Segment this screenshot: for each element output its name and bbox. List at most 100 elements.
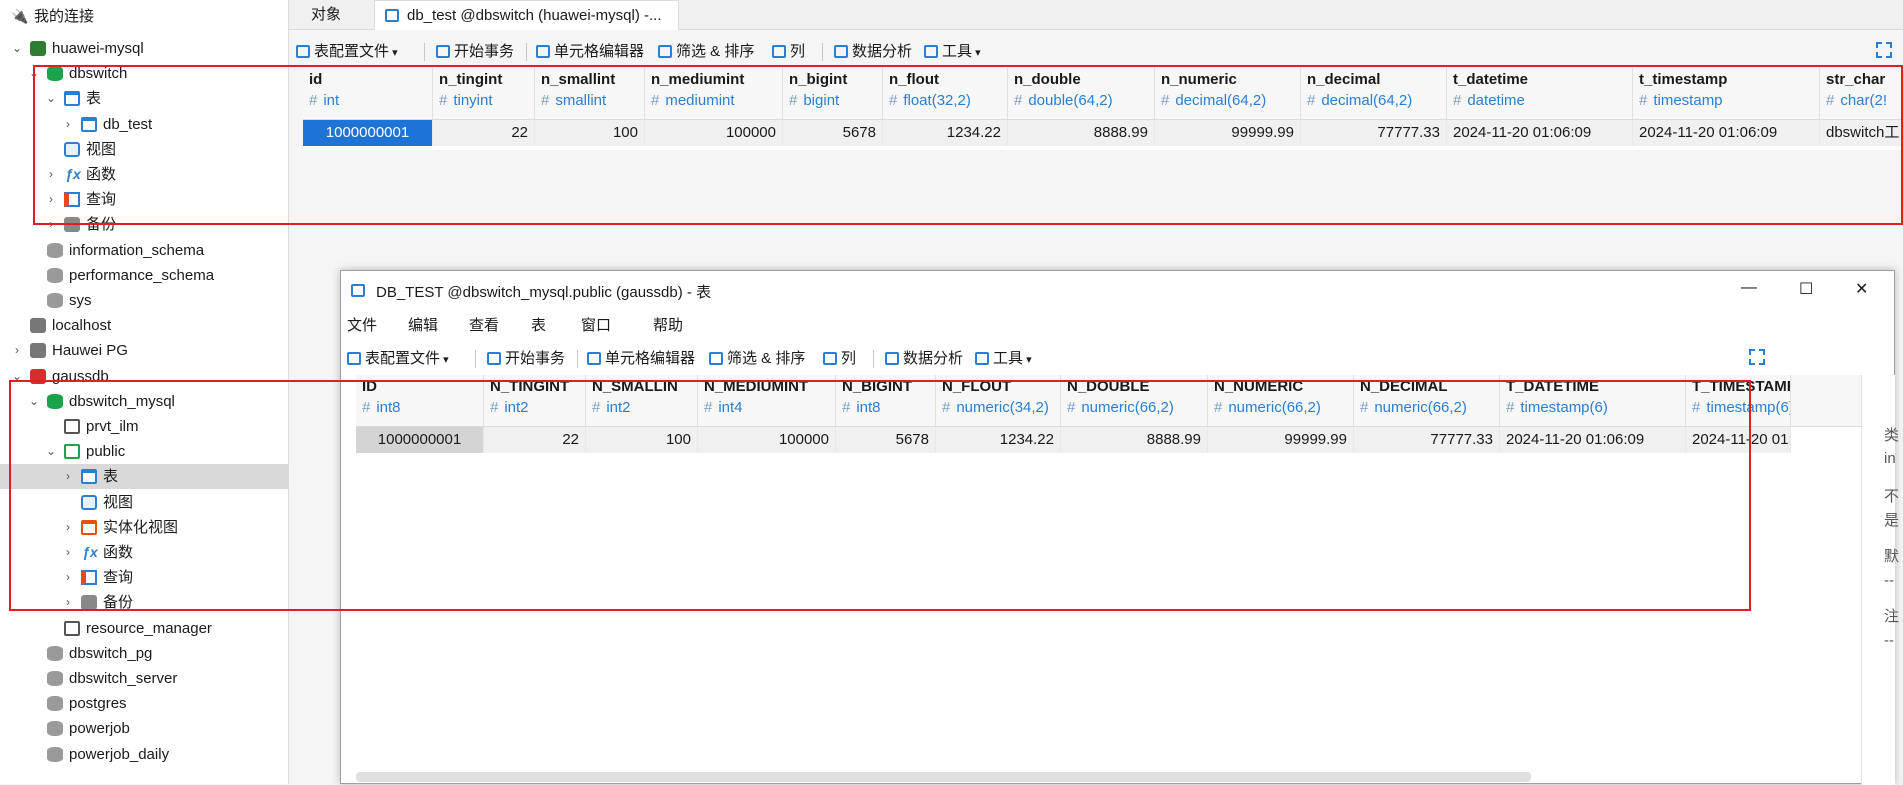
table-cell[interactable]: 1234.22 [936, 427, 1061, 453]
menu-item[interactable]: 编辑 [408, 311, 438, 341]
tree-item[interactable]: 视图 [0, 490, 289, 515]
table-cell[interactable]: 100000 [698, 427, 836, 453]
tree-item[interactable]: ⌄ dbswitch_mysql [0, 389, 289, 414]
table-row[interactable]: 1000000001 22 100 100000 5678 1234.22 8888.99 9… [356, 427, 1791, 453]
tree-item[interactable]: resource_manager [0, 616, 289, 641]
begin-transaction-button[interactable]: 开始事务 [436, 36, 514, 68]
column-header[interactable]: n_mediumint # mediumint [645, 68, 783, 119]
column-header[interactable]: N_DOUBLE # numeric(66,2) [1061, 375, 1208, 426]
column-header[interactable]: N_NUMERIC # numeric(66,2) [1208, 375, 1354, 426]
minimize-button[interactable]: — [1741, 279, 1757, 297]
table-cell[interactable]: 100000 [645, 120, 783, 146]
column-header[interactable]: T_DATETIME # timestamp(6) [1500, 375, 1686, 426]
menu-item[interactable]: 窗口 [581, 311, 611, 341]
table-cell[interactable]: 2024-11-20 01:06:0 [1686, 427, 1791, 453]
table-cell[interactable]: 1000000001 [303, 120, 433, 146]
data-analysis-button[interactable]: 数据分析 [834, 36, 912, 68]
tree-item[interactable]: › ƒx 函数 [0, 540, 289, 565]
tree-item[interactable]: ⌄ huawei-mysql [0, 36, 289, 61]
chevron-right-icon[interactable]: › [44, 212, 58, 237]
column-header[interactable]: N_BIGINT # int8 [836, 375, 936, 426]
column-header[interactable]: N_TINGINT # int2 [484, 375, 586, 426]
table-cell[interactable]: 8888.99 [1008, 120, 1155, 146]
table-cell[interactable]: dbswitch工 [1820, 120, 1903, 146]
table-cell[interactable]: 8888.99 [1061, 427, 1208, 453]
table-row[interactable]: 1000000001 22 100 100000 5678 1234.22 8888.99 9… [303, 120, 1903, 146]
tree-item[interactable]: sys [0, 288, 289, 313]
table-cell[interactable]: 22 [433, 120, 535, 146]
column-header[interactable]: n_decimal # decimal(64,2) [1301, 68, 1447, 119]
filter-sort-button[interactable]: 筛选 & 排序 [709, 343, 805, 375]
tree-item[interactable]: › 表 [0, 464, 289, 490]
tree-item[interactable]: performance_schema [0, 263, 289, 288]
tab-objects[interactable]: 对象 [301, 0, 351, 30]
chevron-right-icon[interactable]: › [61, 464, 75, 489]
table-cell[interactable]: 5678 [783, 120, 883, 146]
chevron-right-icon[interactable]: › [44, 162, 58, 187]
chevron-right-icon[interactable]: › [61, 540, 75, 565]
table-cell[interactable]: 100 [586, 427, 698, 453]
menu-item[interactable]: 帮助 [653, 311, 683, 341]
tree-item[interactable]: dbswitch_pg [0, 641, 289, 666]
tree-item[interactable]: › db_test [0, 112, 289, 137]
column-header[interactable]: str_char # char(2! [1820, 68, 1903, 119]
tree-item[interactable]: › ƒx 函数 [0, 162, 289, 187]
tree-item[interactable]: › 查询 [0, 565, 289, 590]
fullscreen-icon[interactable] [1749, 349, 1765, 365]
column-header[interactable]: N_DECIMAL # numeric(66,2) [1354, 375, 1500, 426]
chevron-down-icon[interactable]: ⌄ [27, 61, 41, 86]
tree-item[interactable]: › 查询 [0, 187, 289, 212]
table-cell[interactable]: 77777.33 [1301, 120, 1447, 146]
tree-item[interactable]: ⌄ dbswitch [0, 61, 289, 86]
table-cell[interactable]: 100 [535, 120, 645, 146]
tree-item[interactable]: postgres [0, 691, 289, 716]
tree-item[interactable]: › 实体化视图 [0, 515, 289, 540]
begin-transaction-button[interactable]: 开始事务 [487, 343, 565, 375]
data-analysis-button[interactable]: 数据分析 [885, 343, 963, 375]
table-cell[interactable]: 2024-11-20 01:06:09 [1447, 120, 1633, 146]
tree-item[interactable]: › 备份 [0, 590, 289, 615]
tree-item[interactable]: ⌄ gaussdb [0, 364, 289, 389]
table-cell[interactable]: 99999.99 [1208, 427, 1354, 453]
table-cell[interactable]: 2024-11-20 01:06:09 [1633, 120, 1820, 146]
cell-editor-button[interactable]: 单元格编辑器 [536, 36, 644, 68]
horizontal-scrollbar[interactable] [356, 772, 1531, 782]
column-header[interactable]: T_TIMESTAMP # timestamp(6) [1686, 375, 1791, 426]
column-header[interactable]: n_smallint # smallint [535, 68, 645, 119]
column-header[interactable]: N_SMALLIN # int2 [586, 375, 698, 426]
table-cell[interactable]: 22 [484, 427, 586, 453]
tab-db-test[interactable]: db_test @dbswitch (huawei-mysql) -... [374, 0, 679, 30]
menu-item[interactable]: 文件 [347, 311, 377, 341]
chevron-right-icon[interactable]: › [44, 187, 58, 212]
table-cell[interactable]: 1234.22 [883, 120, 1008, 146]
chevron-down-icon[interactable]: ⌄ [44, 86, 58, 111]
chevron-down-icon[interactable]: ⌄ [27, 389, 41, 414]
column-header[interactable]: n_bigint # bigint [783, 68, 883, 119]
menu-item[interactable]: 表 [531, 311, 546, 341]
chevron-right-icon[interactable]: › [61, 565, 75, 590]
table-config-button[interactable]: 表配置文件 ▾ [347, 343, 449, 375]
chevron-down-icon[interactable]: ⌄ [10, 36, 24, 61]
column-header[interactable]: n_numeric # decimal(64,2) [1155, 68, 1301, 119]
column-header[interactable]: id # int [303, 68, 433, 119]
tree-item[interactable]: localhost [0, 313, 289, 338]
column-header[interactable]: n_tingint # tinyint [433, 68, 535, 119]
column-header[interactable]: t_datetime # datetime [1447, 68, 1633, 119]
tree-item[interactable]: 视图 [0, 137, 289, 162]
tools-button[interactable]: 工具 ▾ [924, 36, 981, 68]
tree-item[interactable]: ⌄ public [0, 439, 289, 464]
chevron-right-icon[interactable]: › [10, 338, 24, 363]
chevron-right-icon[interactable]: › [61, 112, 75, 137]
table-cell[interactable]: 5678 [836, 427, 936, 453]
columns-button[interactable]: 列 [823, 343, 856, 375]
tree-item[interactable]: dbswitch_server [0, 666, 289, 691]
tree-item[interactable]: powerjob_daily [0, 742, 289, 767]
table-cell[interactable]: 2024-11-20 01:06:09 [1500, 427, 1686, 453]
filter-sort-button[interactable]: 筛选 & 排序 [658, 36, 754, 68]
columns-button[interactable]: 列 [772, 36, 805, 68]
tools-button[interactable]: 工具 ▾ [975, 343, 1032, 375]
table-config-button[interactable]: 表配置文件 ▾ [296, 36, 398, 68]
table-cell[interactable]: 77777.33 [1354, 427, 1500, 453]
table-cell[interactable]: 1000000001 [356, 427, 484, 453]
tree-item[interactable]: powerjob [0, 716, 289, 741]
